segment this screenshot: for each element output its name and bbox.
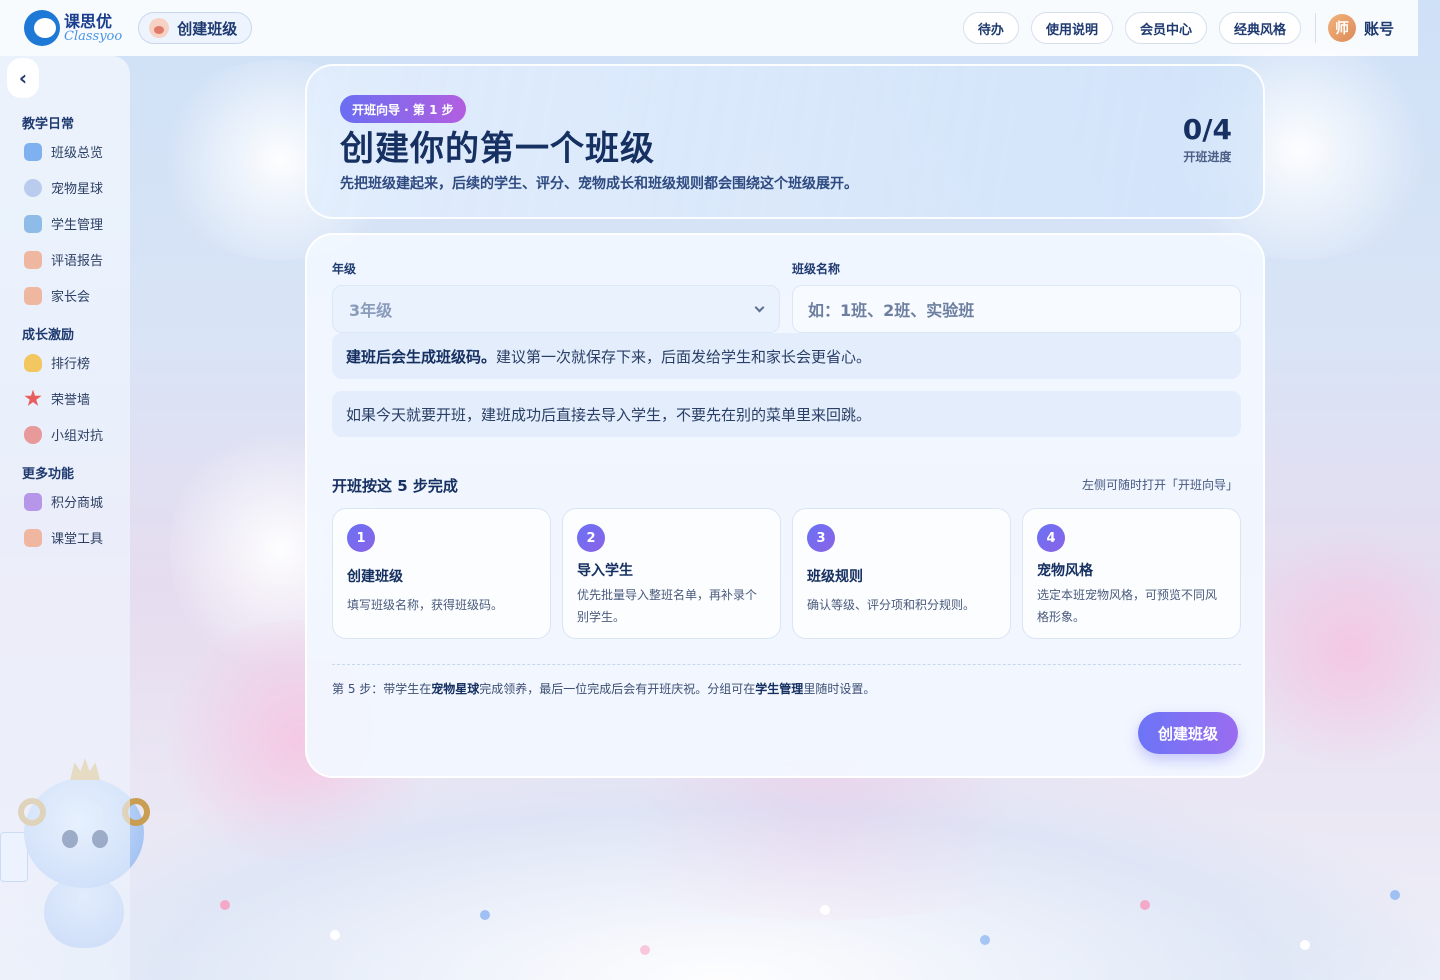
step-card-create-class: 1 创建班级 填写班级名称，获得班级码。: [332, 508, 551, 639]
membership-button[interactable]: 会员中心: [1124, 12, 1207, 44]
todo-button[interactable]: 待办: [962, 12, 1019, 44]
sidebar-section-more: 更多功能: [22, 467, 75, 482]
current-page-chip[interactable]: 创建班级: [138, 12, 253, 44]
shop-bag-icon: [24, 492, 42, 511]
step-five-note: 第 5 步：带学生在宠物星球完成领养，最后一位完成后会有开班庆祝。分组可在学生管…: [332, 680, 875, 697]
clipboard-icon: [24, 528, 42, 547]
steps-hint: 左侧可随时打开「开班向导」: [1081, 478, 1238, 492]
step-description: 优先批量导入整班名单，再补录个别学生。: [577, 588, 758, 624]
page-subtitle: 先把班级建起来，后续的学生、评分、宠物成长和班级规则都会围绕这个班级展开。: [340, 176, 858, 192]
sidebar-item-label: 学生管理: [51, 218, 104, 233]
app-logo[interactable]: 课思优 Classyoo: [24, 10, 122, 46]
sidebar-item-pet-planet[interactable]: 宠物星球: [24, 178, 103, 197]
step-number: 1: [347, 524, 375, 552]
clipboard-icon: [24, 286, 42, 305]
class-code-note-text: 建议第一次就保存下来，后面发给学生和家长会更省心。: [496, 347, 872, 366]
class-name-label: 班级名称: [792, 262, 841, 276]
sidebar-item-label: 排行榜: [51, 357, 91, 372]
star-icon: [24, 389, 42, 406]
sidebar-item-honor-wall[interactable]: 荣誉墙: [24, 389, 90, 408]
help-button[interactable]: 使用说明: [1030, 12, 1113, 44]
import-tip-text: 如果今天就要开班，建班成功后直接去导入学生，不要先在别的菜单里来回跳。: [346, 405, 872, 424]
section-divider: [332, 664, 1241, 665]
document-icon: [24, 214, 42, 233]
sidebar-item-label: 家长会: [51, 290, 91, 305]
step-description: 选定本班宠物风格，可预览不同风格形象。: [1037, 588, 1218, 624]
wizard-step-badge: 开班向导 · 第 1 步: [340, 95, 466, 123]
sidebar-item-parent-meeting[interactable]: 家长会: [24, 286, 90, 305]
sidebar-item-points-mall[interactable]: 积分商城: [24, 492, 103, 511]
collapse-sidebar-button[interactable]: ‹: [7, 58, 39, 98]
account-label: 账号: [1363, 19, 1394, 38]
progress-label: 开班进度: [1183, 150, 1232, 164]
step-description: 填写班级名称，获得班级码。: [347, 598, 504, 612]
logo-chinese-name: 课思优: [64, 11, 113, 31]
wizard-hero-panel: 开班向导 · 第 1 步 创建你的第一个班级 先把班级建起来，后续的学生、评分、…: [305, 64, 1265, 219]
step-five-text: 里随时设置。: [803, 682, 876, 696]
import-tip-note: 如果今天就要开班，建班成功后直接去导入学生，不要先在别的菜单里来回跳。: [332, 391, 1241, 437]
sidebar-item-label: 课堂工具: [51, 532, 104, 547]
paw-icon: [149, 18, 170, 38]
current-page-label: 创建班级: [177, 19, 238, 38]
avatar: 师: [1327, 14, 1356, 42]
step-card-import-students: 2 导入学生 优先批量导入整班名单，再补录个别学生。: [562, 508, 781, 639]
step-number: 2: [577, 524, 605, 552]
step-card-pet-style: 4 宠物风格 选定本班宠物风格，可预览不同风格形象。: [1022, 508, 1241, 639]
create-class-form: 年级 班级名称 3年级 如：1班、2班、实验班 建班后会生成班级码。 建议第一次…: [305, 233, 1265, 778]
toolbar-divider: [1314, 13, 1316, 43]
step-title: 创建班级: [347, 569, 403, 585]
grade-select[interactable]: 3年级: [332, 285, 780, 333]
step-number: 3: [807, 524, 835, 552]
step-description: 确认等级、评分项和积分规则。: [807, 598, 976, 612]
account-menu[interactable]: 师 账号: [1327, 14, 1394, 42]
step-title: 班级规则: [807, 569, 863, 585]
step-five-text: 完成领养，最后一位完成后会有开班庆祝。分组可在: [479, 682, 756, 696]
sidebar-item-group-battle[interactable]: 小组对抗: [24, 425, 103, 444]
sidebar-item-comment-report[interactable]: 评语报告: [24, 250, 103, 269]
chevron-down-icon: [754, 302, 765, 312]
sidebar-item-label: 积分商城: [51, 496, 104, 511]
class-code-note: 建班后会生成班级码。 建议第一次就保存下来，后面发给学生和家长会更省心。: [332, 333, 1241, 379]
sidebar-item-student-management[interactable]: 学生管理: [24, 214, 103, 233]
trophy-icon: [24, 353, 42, 372]
top-bar: 课思优 Classyoo 创建班级 待办 使用说明 会员中心 经典风格 师 账号: [0, 0, 1418, 56]
shield-icon: [24, 425, 42, 444]
class-code-note-bold: 建班后会生成班级码。: [346, 347, 497, 366]
logo-english-name: Classyoo: [64, 28, 123, 44]
sidebar-item-label: 荣誉墙: [51, 393, 91, 408]
sidebar-item-label: 小组对抗: [51, 429, 104, 444]
grade-select-value: 3年级: [349, 301, 393, 320]
class-name-input[interactable]: 如：1班、2班、实验班: [792, 285, 1241, 333]
step-number: 4: [1037, 524, 1065, 552]
pet-planet-link-text: 宠物星球: [431, 682, 480, 696]
sidebar: ‹ 教学日常 班级总览 宠物星球 学生管理 评语报告 家长会 成长激励 排行榜 …: [0, 56, 130, 980]
sidebar-item-label: 班级总览: [51, 146, 104, 161]
grade-label: 年级: [332, 262, 357, 276]
steps-heading: 开班按这 5 步完成: [332, 477, 458, 495]
page-title: 创建你的第一个班级: [340, 129, 655, 169]
pet-icon: [24, 178, 42, 197]
step-title: 导入学生: [577, 563, 633, 579]
progress-value: 0/4: [1182, 113, 1232, 146]
setup-progress: 0/4 开班进度: [1183, 116, 1232, 165]
step-five-text: 第 5 步：带学生在: [332, 682, 432, 696]
home-icon: [24, 142, 42, 161]
sidebar-section-teaching: 教学日常: [22, 117, 75, 132]
class-name-placeholder: 如：1班、2班、实验班: [808, 301, 975, 320]
student-management-link-text: 学生管理: [755, 682, 804, 696]
sidebar-item-class-overview[interactable]: 班级总览: [24, 142, 103, 161]
sidebar-item-classroom-tools[interactable]: 课堂工具: [24, 528, 103, 547]
chevron-left-icon: ‹: [18, 66, 28, 90]
sidebar-section-motivation: 成长激励: [22, 328, 75, 343]
logo-icon: [24, 10, 60, 46]
sidebar-item-leaderboard[interactable]: 排行榜: [24, 353, 90, 372]
clipboard-icon: [24, 250, 42, 269]
sidebar-item-label: 评语报告: [51, 254, 104, 269]
theme-style-button[interactable]: 经典风格: [1218, 12, 1301, 44]
step-title: 宠物风格: [1037, 563, 1093, 579]
sidebar-item-label: 宠物星球: [51, 182, 104, 197]
step-card-class-rules: 3 班级规则 确认等级、评分项和积分规则。: [792, 508, 1011, 639]
create-class-button[interactable]: 创建班级: [1138, 712, 1238, 754]
